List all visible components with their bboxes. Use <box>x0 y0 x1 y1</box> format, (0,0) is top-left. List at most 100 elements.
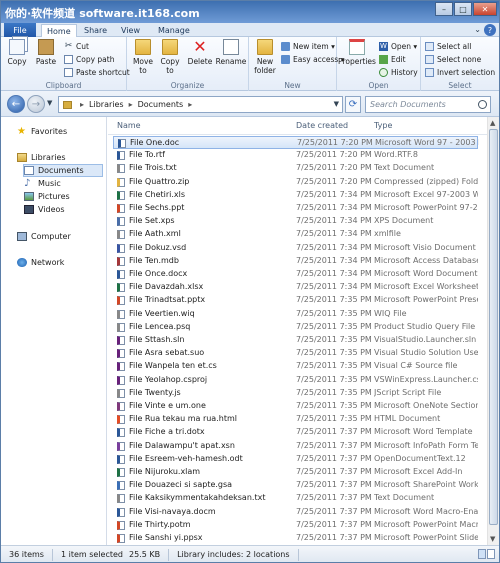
file-row[interactable]: File Once.docx 7/25/2011 7:34 PM Microsoft… <box>113 268 478 281</box>
file-row[interactable]: File Aath.xml 7/25/2011 7:34 PM xmlfile <box>113 228 478 241</box>
maximize-button[interactable]: □ <box>454 2 472 16</box>
file-row[interactable]: File Wanpela ten et.cs 7/25/2011 7:35 PM V… <box>113 360 478 373</box>
file-row[interactable]: File To.rtf 7/25/2011 7:20 PM Word.RTF.8 <box>113 149 478 162</box>
file-row[interactable]: File Sanshi yi.ppsx 7/25/2011 7:37 PM Micr… <box>113 532 478 545</box>
easy-access-button[interactable]: Easy access ▾ <box>281 53 345 65</box>
file-row[interactable]: File Dalawampu't apat.xsn 7/25/2011 7:37 … <box>113 440 478 453</box>
help-icon[interactable]: ? <box>484 24 496 36</box>
history-button[interactable]: History <box>379 66 418 78</box>
scrollbar-thumb[interactable] <box>489 129 498 525</box>
file-type: VSWinExpress.Launcher.cspr... <box>374 374 478 384</box>
clipboard-group: Copy Paste ✂ Cut Copy path Paste shortcut… <box>1 37 130 91</box>
file-row[interactable]: File Sttash.sln 7/25/2011 7:35 PM VisualSt… <box>113 334 478 347</box>
close-button[interactable]: ✕ <box>473 2 497 16</box>
ribbon-expand-icon[interactable]: ⌄ <box>474 25 481 34</box>
back-button[interactable]: ← <box>7 95 25 113</box>
nav-music[interactable]: ♪ Music <box>24 177 61 190</box>
scroll-up-icon[interactable]: ▲ <box>490 119 495 127</box>
file-row[interactable]: File Trois.txt 7/25/2011 7:20 PM Text Docu… <box>113 162 478 175</box>
paste-button[interactable]: Paste <box>34 39 58 66</box>
column-header-type[interactable]: Type <box>374 121 392 130</box>
file-row[interactable]: File Veertien.wiq 7/25/2011 7:35 PM WIQ Fi… <box>113 308 478 321</box>
column-header-date[interactable]: Date created <box>296 121 348 130</box>
column-header-name[interactable]: Name <box>117 121 141 130</box>
nav-computer[interactable]: Computer <box>17 230 71 243</box>
large-icons-view-icon[interactable] <box>487 549 495 559</box>
nav-network[interactable]: Network <box>17 256 64 269</box>
breadcrumb-documents[interactable]: Documents <box>138 100 184 109</box>
cut-button[interactable]: ✂ Cut <box>64 40 89 52</box>
file-row[interactable]: File Nijuroku.xlam 7/25/2011 7:37 PM Micro… <box>113 466 478 479</box>
rename-button[interactable]: Rename <box>216 39 246 66</box>
minimize-button[interactable]: – <box>435 2 453 16</box>
open-button[interactable]: W Open ▾ <box>379 40 417 52</box>
properties-button[interactable]: Properties <box>338 39 376 66</box>
forward-button[interactable]: → <box>27 95 45 113</box>
invert-selection-button[interactable]: Invert selection <box>425 66 495 78</box>
nav-favorites[interactable]: ★ Favorites <box>17 125 67 138</box>
status-item-count: 36 items <box>1 548 53 561</box>
file-row[interactable]: File Vinte e um.one 7/25/2011 7:35 PM Micr… <box>113 400 478 413</box>
tab-share[interactable]: Share <box>79 24 112 37</box>
file-type-icon <box>117 243 125 253</box>
file-row[interactable]: File Set.xps 7/25/2011 7:34 PM XPS Documen… <box>113 215 478 228</box>
new-folder-button[interactable]: New folder <box>252 39 278 75</box>
file-type-icon <box>118 139 126 148</box>
file-type-icon <box>117 349 125 359</box>
new-item-button[interactable]: New item ▾ <box>281 40 335 52</box>
file-row[interactable]: File Ten.mdb 7/25/2011 7:34 PM Microsoft A… <box>113 255 478 268</box>
file-row[interactable]: File Kaksikymmentakahdeksan.txt 7/25/2011… <box>113 492 478 505</box>
file-row[interactable]: File Trinadtsat.pptx 7/25/2011 7:35 PM Mic… <box>113 294 478 307</box>
file-row[interactable]: File Douazeci si sapte.gsa 7/25/2011 7:37… <box>113 479 478 492</box>
nav-videos[interactable]: Videos <box>24 203 65 216</box>
file-row[interactable]: File Visi-navaya.docm 7/25/2011 7:37 PM Mi… <box>113 506 478 519</box>
tab-home[interactable]: Home <box>41 24 77 37</box>
file-type: Microsoft Word Template <box>374 427 473 437</box>
search-input[interactable]: Search Documents <box>365 96 491 113</box>
file-row[interactable]: File Sechs.ppt 7/25/2011 7:34 PM Microsoft… <box>113 202 478 215</box>
address-bar[interactable]: ▸ Libraries ▸ Documents ▸ ▼ <box>58 96 343 113</box>
refresh-button[interactable]: ⟳ <box>345 96 361 113</box>
file-row[interactable]: File One.doc 7/25/2011 7:20 PM Microsoft W… <box>113 136 479 149</box>
recent-locations-icon[interactable]: ▼ <box>47 99 52 107</box>
file-tab[interactable]: File <box>4 23 36 37</box>
file-name: File Chetiri.xls <box>129 189 186 199</box>
vertical-scrollbar[interactable]: ▲ ▼ <box>487 117 499 545</box>
copy-path-button[interactable]: Copy path <box>64 53 114 65</box>
breadcrumb-libraries[interactable]: Libraries <box>89 100 124 109</box>
file-row[interactable]: File Esreem-veh-hamesh.odt 7/25/2011 7:37… <box>113 453 478 466</box>
copy-to-button[interactable]: Copy to <box>158 39 182 75</box>
file-name: File Sanshi yi.ppsx <box>129 533 203 542</box>
tab-manage[interactable]: Manage <box>153 24 195 37</box>
nav-libraries[interactable]: Libraries <box>17 151 66 164</box>
organize-group-label: Organize <box>170 81 205 90</box>
tab-view[interactable]: View <box>116 24 145 37</box>
file-row[interactable]: File Lencea.psq 7/25/2011 7:35 PM Product … <box>113 321 478 334</box>
history-icon <box>379 67 388 77</box>
delete-button[interactable]: ✕ Delete <box>188 39 213 67</box>
file-row[interactable]: File Twenty.js 7/25/2011 7:35 PM JScript S… <box>113 387 478 400</box>
file-name: File Esreem-veh-hamesh.odt <box>129 453 243 463</box>
file-row[interactable]: File Davazdah.xlsx 7/25/2011 7:34 PM Micro… <box>113 281 478 294</box>
move-to-button[interactable]: Move to <box>131 39 155 75</box>
file-name: File Trinadtsat.pptx <box>129 295 206 305</box>
edit-button[interactable]: Edit <box>379 53 406 65</box>
address-dropdown-icon[interactable]: ▼ <box>334 100 339 108</box>
scroll-down-icon[interactable]: ▼ <box>490 535 495 543</box>
new-folder-label: New folder <box>254 57 276 75</box>
paste-shortcut-button[interactable]: Paste shortcut <box>64 66 130 78</box>
details-view-icon[interactable] <box>478 549 486 559</box>
select-none-button[interactable]: Select none <box>425 53 481 65</box>
copy-button[interactable]: Copy <box>5 39 29 66</box>
select-all-button[interactable]: Select all <box>425 40 471 52</box>
file-row[interactable]: File Dokuz.vsd 7/25/2011 7:34 PM Microsoft… <box>113 242 478 255</box>
nav-pictures[interactable]: Pictures <box>24 190 70 203</box>
file-row[interactable]: File Yeolahop.csproj 7/25/2011 7:35 PM VSW… <box>113 374 478 387</box>
file-row[interactable]: File Quattro.zip 7/25/2011 7:20 PM Compres… <box>113 176 478 189</box>
file-row[interactable]: File Rua tekau ma rua.html 7/25/2011 7:35… <box>113 413 478 426</box>
file-row[interactable]: File Asra sebat.suo 7/25/2011 7:35 PM Visu… <box>113 347 478 360</box>
nav-documents[interactable]: Documents <box>23 164 103 177</box>
file-row[interactable]: File Thirty.potm 7/25/2011 7:37 PM Microso… <box>113 519 478 532</box>
file-row[interactable]: File Fiche a tri.dotx 7/25/2011 7:37 PM Mi… <box>113 426 478 439</box>
file-row[interactable]: File Chetiri.xls 7/25/2011 7:34 PM Microso… <box>113 189 478 202</box>
